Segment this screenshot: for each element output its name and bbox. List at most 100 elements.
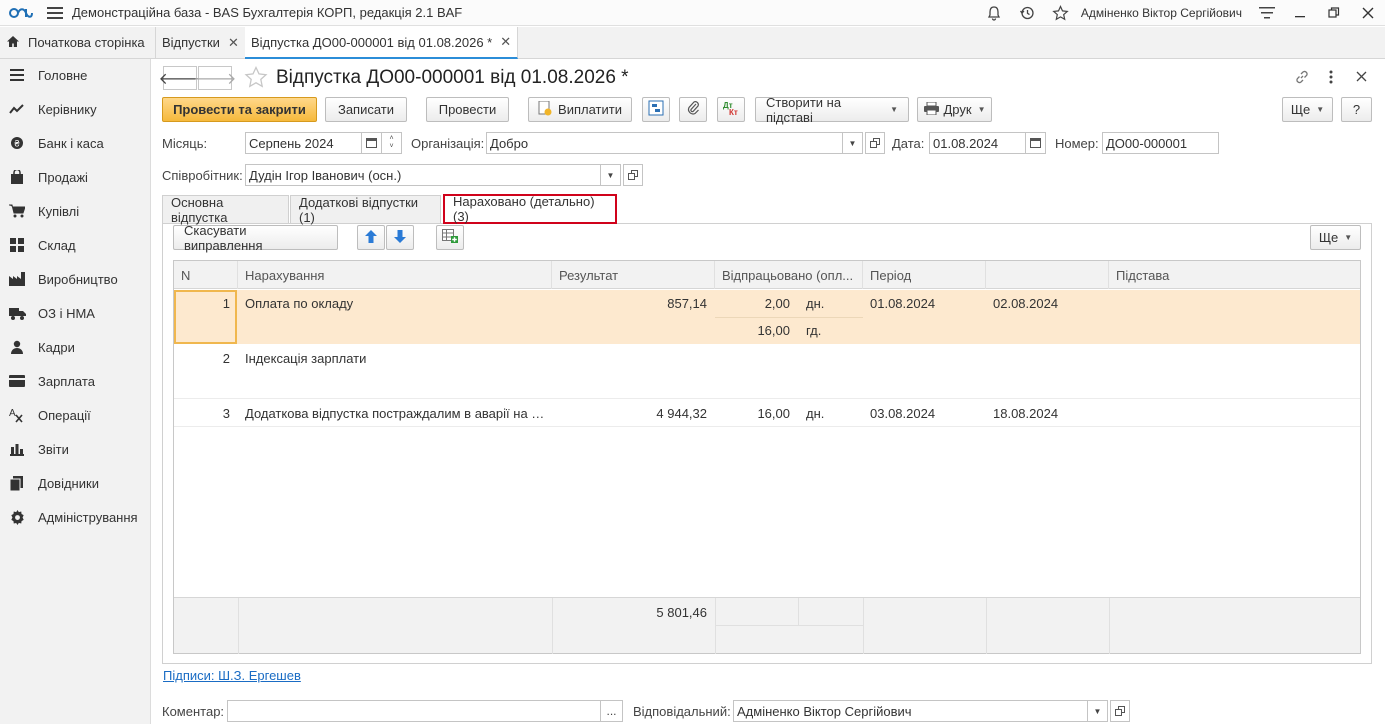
date-calendar-button[interactable] [1026, 132, 1046, 154]
close-icon[interactable] [1351, 0, 1385, 26]
more-vertical-icon[interactable] [1328, 69, 1334, 88]
post-and-close-button[interactable]: Провести та закрити [162, 97, 317, 122]
move-down-button[interactable] [386, 225, 414, 250]
tab-accrued-detailed[interactable]: Нараховано (детально) (3) [443, 194, 617, 224]
help-button[interactable]: ? [1341, 97, 1372, 122]
close-form-icon[interactable] [1356, 70, 1367, 85]
save-button[interactable]: Записати [325, 97, 407, 122]
table-row[interactable]: 1 Оплата по окладу 857,14 2,00 дн. 16,00… [174, 290, 1360, 344]
tab-close-icon[interactable]: ✕ [500, 34, 511, 50]
cell-accrual: Індексація зарплати [245, 351, 367, 366]
column-header-n[interactable]: N [174, 261, 238, 289]
sidebar-item-bank[interactable]: ₴ Банк і каса [0, 130, 151, 156]
cell-n: 2 [222, 351, 230, 366]
column-header-result[interactable]: Результат [552, 261, 715, 289]
back-button[interactable]: 🡐 [159, 66, 201, 90]
more-label: Ще [1290, 102, 1311, 117]
sidebar-item-purchases[interactable]: Купівлі [0, 198, 151, 224]
journal-entries-button[interactable]: Дт Кт [717, 97, 745, 122]
sidebar-item-main[interactable]: Головне [0, 62, 151, 88]
svg-text:Кт: Кт [729, 108, 738, 116]
table-row[interactable]: 3 Додаткова відпустка постраждалим в ава… [174, 399, 1360, 427]
move-up-button[interactable] [357, 225, 385, 250]
sidebar-item-salary[interactable]: Зарплата [0, 368, 151, 394]
employee-dropdown-button[interactable]: ▼ [601, 164, 621, 186]
row-subdivider [715, 317, 863, 318]
tab-vacation-document[interactable]: Відпустка ДО00-000001 від 01.08.2026 * ✕ [245, 27, 519, 59]
pay-button-label: Виплатити [558, 102, 622, 117]
column-header-period-end[interactable] [986, 261, 1109, 289]
calendar-button[interactable] [362, 132, 382, 154]
date-field[interactable]: 01.08.2024 [929, 132, 1026, 154]
attachments-button[interactable] [679, 97, 707, 122]
ellipsis-icon: ... [606, 704, 617, 718]
forward-button[interactable]: 🡒 [194, 66, 236, 90]
table-row[interactable]: 2 Індексація зарплати [174, 344, 1360, 399]
add-row-button[interactable] [436, 225, 464, 250]
open-window-icon [870, 136, 880, 151]
organization-field[interactable]: Добро [486, 132, 843, 154]
employee-field[interactable]: Дудін Ігор Іванович (осн.) [245, 164, 601, 186]
sidebar-item-label: Довідники [38, 475, 99, 491]
month-field[interactable]: Серпень 2024 [245, 132, 362, 154]
open-window-icon [628, 168, 638, 183]
form-tabs: Основна відпустка Додаткові відпустки (1… [162, 194, 1372, 225]
tab-main-vacation[interactable]: Основна відпустка [162, 195, 289, 225]
organization-open-button[interactable] [865, 132, 885, 154]
settings-lines-icon[interactable] [1250, 0, 1283, 26]
pay-button[interactable]: Виплатити [528, 97, 632, 122]
step-up-icon[interactable]: ˄ [389, 135, 393, 143]
tab-close-icon[interactable]: ✕ [228, 35, 239, 51]
responsible-dropdown-button[interactable]: ▼ [1088, 700, 1108, 722]
comment-field[interactable] [227, 700, 601, 722]
minimize-icon[interactable] [1283, 0, 1317, 26]
column-header-basis[interactable]: Підстава [1109, 261, 1360, 289]
hierarchy-icon [648, 100, 664, 119]
responsible-open-button[interactable] [1110, 700, 1130, 722]
table-more-button[interactable]: Ще ▼ [1310, 225, 1361, 250]
month-stepper[interactable]: ˄ ˅ [382, 132, 402, 154]
star-icon[interactable] [1044, 0, 1077, 26]
sidebar-item-operations[interactable]: A Операції [0, 402, 151, 428]
sidebar-item-label: Банк і каса [38, 135, 104, 151]
tab-home[interactable]: Початкова сторінка [0, 27, 156, 58]
more-button[interactable]: Ще ▼ [1282, 97, 1333, 122]
bell-icon[interactable] [978, 0, 1011, 26]
sidebar-item-label: Звіти [38, 441, 69, 457]
user-name[interactable]: Адміненко Віктор Сергійович [1081, 6, 1242, 20]
tab-additional-vacations[interactable]: Додаткові відпустки (1) [290, 195, 441, 225]
favorite-star-icon[interactable] [244, 65, 268, 92]
sidebar-item-sales[interactable]: Продажі [0, 164, 151, 190]
column-header-worked[interactable]: Відпрацьовано (опл... [715, 261, 863, 289]
print-button[interactable]: Друк ▼ [917, 97, 992, 122]
sidebar-item-catalogs[interactable]: Довідники [0, 470, 151, 496]
sidebar-item-production[interactable]: Виробництво [0, 266, 151, 292]
app-title: Демонстраційна база - BAS Бухгалтерія КО… [72, 5, 463, 20]
comment-open-button[interactable]: ... [601, 700, 623, 722]
cancel-correction-button[interactable]: Скасувати виправлення [173, 223, 338, 253]
sidebar-item-label: Зарплата [38, 373, 95, 389]
structure-button[interactable] [642, 97, 670, 122]
employee-open-button[interactable] [623, 164, 643, 186]
responsible-field[interactable]: Адміненко Віктор Сергійович [733, 700, 1088, 722]
history-icon[interactable] [1011, 0, 1044, 26]
tab-vacations[interactable]: Відпустки ✕ [156, 27, 246, 58]
organization-dropdown-button[interactable]: ▼ [843, 132, 863, 154]
create-based-on-button[interactable]: Створити на підставі ▼ [755, 95, 909, 125]
sidebar-item-personnel[interactable]: Кадри [0, 334, 151, 360]
main-menu-icon[interactable] [40, 0, 70, 26]
arrow-down-icon [394, 229, 406, 246]
restore-icon[interactable] [1317, 0, 1351, 26]
sidebar-item-reports[interactable]: Звіти [0, 436, 151, 462]
signatures-link[interactable]: Підписи: Ш.З. Ергешев [163, 668, 301, 683]
link-icon[interactable] [1294, 69, 1310, 88]
sidebar-item-assets[interactable]: ОЗ і НМА [0, 300, 151, 326]
number-field[interactable]: ДО00-000001 [1102, 132, 1219, 154]
sidebar-item-warehouse[interactable]: Склад [0, 232, 151, 258]
step-down-icon[interactable]: ˅ [389, 143, 393, 151]
post-button[interactable]: Провести [426, 97, 509, 122]
sidebar-item-manager[interactable]: Керівнику [0, 96, 151, 122]
column-header-period[interactable]: Період [863, 261, 986, 289]
sidebar-item-administration[interactable]: Адміністрування [0, 504, 151, 530]
column-header-accrual[interactable]: Нарахування [238, 261, 552, 289]
